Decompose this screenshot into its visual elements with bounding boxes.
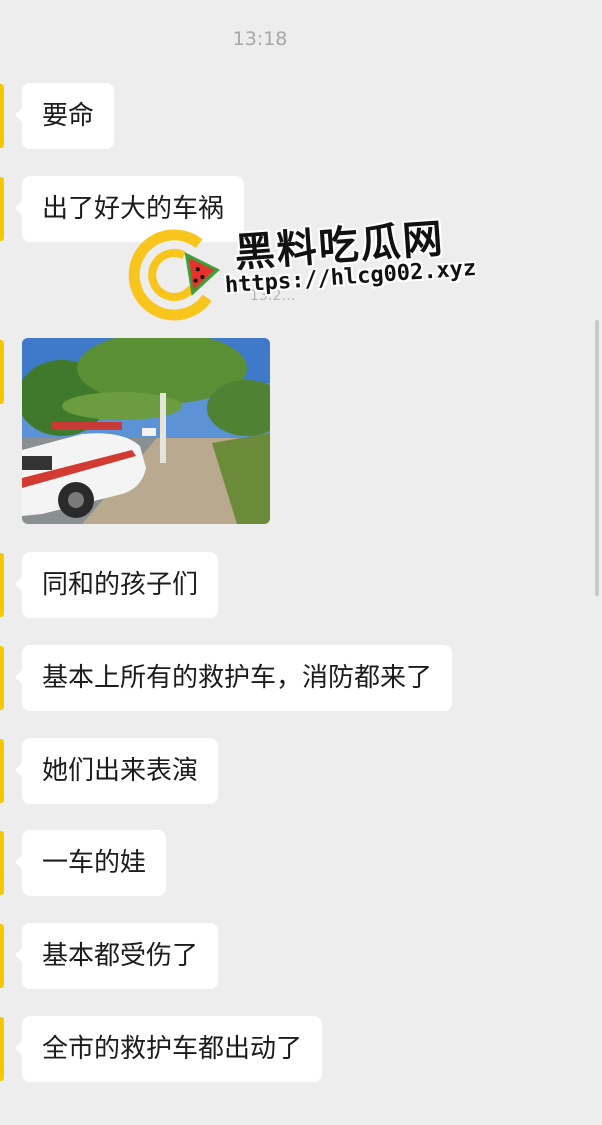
- scrollbar[interactable]: [595, 320, 599, 596]
- message-bubble[interactable]: 一车的娃: [14, 830, 167, 896]
- avatar[interactable]: [0, 84, 4, 148]
- avatar[interactable]: [0, 924, 4, 988]
- avatar[interactable]: [0, 831, 4, 895]
- message-bubble[interactable]: 同和的孩子们: [14, 552, 219, 618]
- image-message[interactable]: [22, 338, 270, 524]
- avatar[interactable]: [0, 553, 4, 617]
- photo-of-street-with-car-icon: [22, 338, 270, 524]
- avatar[interactable]: [0, 340, 4, 404]
- avatar[interactable]: [0, 646, 4, 710]
- message-bubble[interactable]: 基本上所有的救护车，消防都来了: [14, 645, 453, 711]
- avatar[interactable]: [0, 739, 4, 803]
- avatar[interactable]: [0, 1017, 4, 1081]
- chat-timestamp: 13:18: [232, 28, 288, 50]
- message-bubble[interactable]: 她们出来表演: [14, 738, 219, 804]
- watermelon-c-logo-icon: [128, 229, 220, 321]
- message-bubble[interactable]: 要命: [14, 83, 115, 149]
- message-bubble[interactable]: 全市的救护车都出动了: [14, 1016, 323, 1082]
- watermark: 黑料吃瓜网 https://hlcg002.xyz: [124, 191, 491, 326]
- message-bubble[interactable]: 基本都受伤了: [14, 923, 219, 989]
- avatar[interactable]: [0, 177, 4, 241]
